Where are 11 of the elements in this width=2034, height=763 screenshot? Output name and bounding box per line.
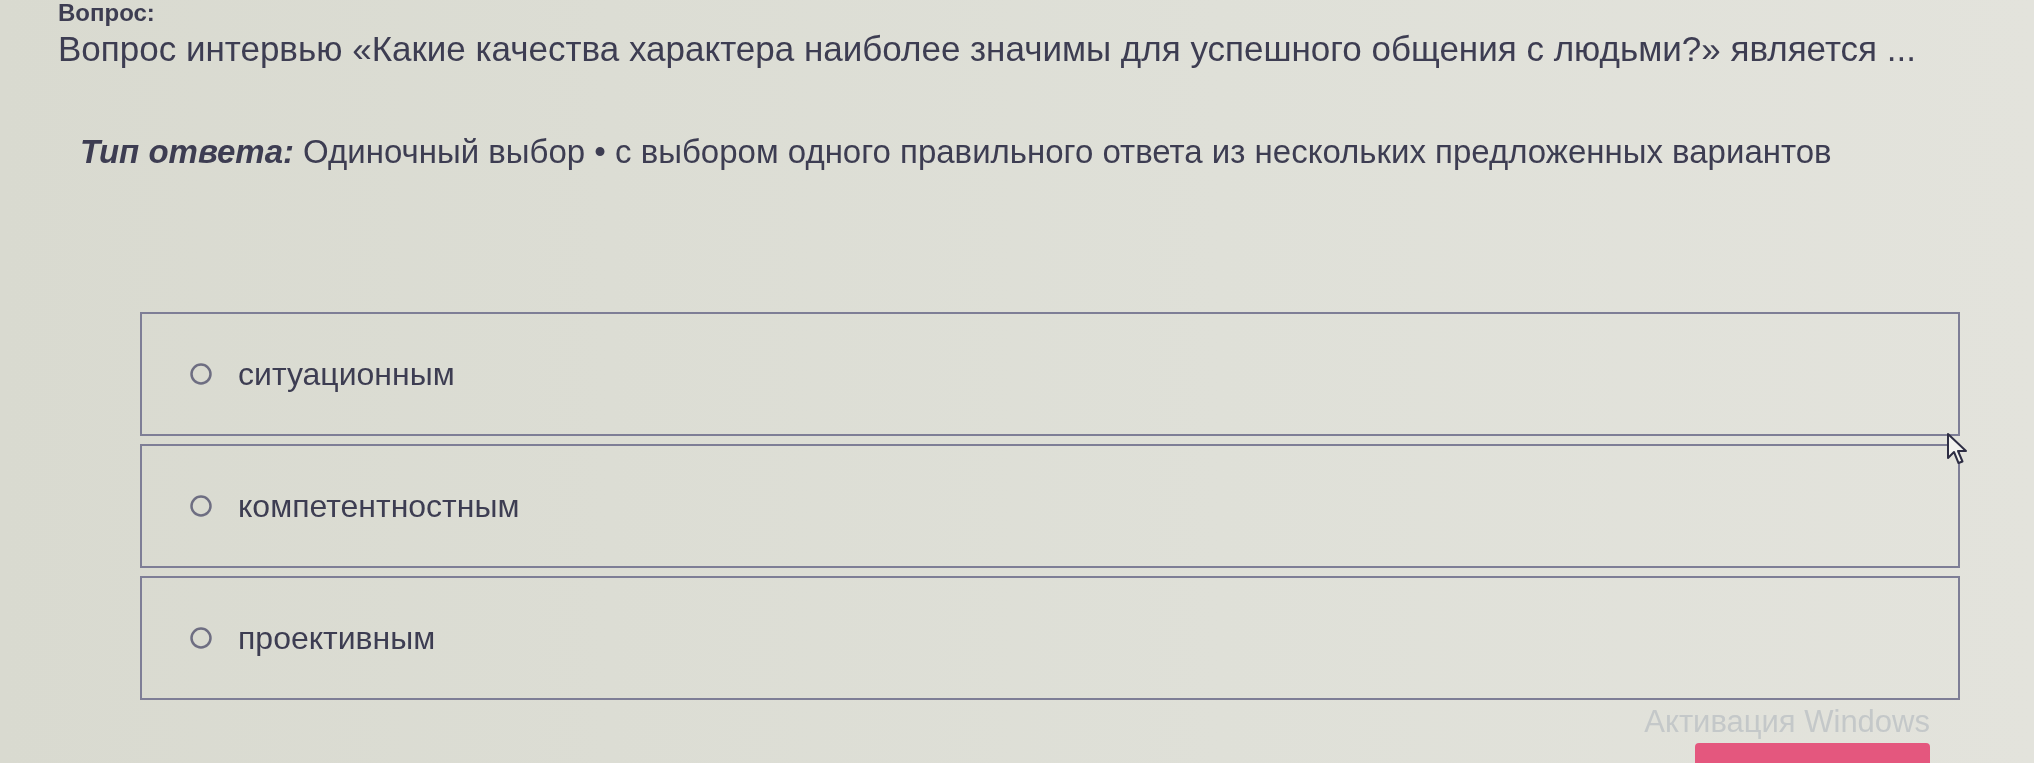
answer-type-value: Одиночный выбор • с выбором одного правильного ответа из нескольких предложенных вариантов bbox=[303, 132, 1832, 172]
answer-option[interactable]: проективным bbox=[140, 576, 1960, 700]
radio-icon[interactable] bbox=[190, 495, 212, 517]
answer-option[interactable]: компетентностным bbox=[140, 444, 1960, 568]
radio-icon[interactable] bbox=[190, 363, 212, 385]
question-text: Вопрос интервью «Какие качества характера наиболее значимы для успешного общения с людьми?» является ... bbox=[58, 28, 1916, 70]
answer-type-label: Тип ответа: bbox=[80, 132, 295, 172]
answer-option[interactable]: ситуационным bbox=[140, 312, 1960, 436]
radio-icon[interactable] bbox=[190, 627, 212, 649]
section-label: Вопрос: bbox=[58, 0, 155, 26]
cursor-icon bbox=[1946, 432, 1968, 466]
